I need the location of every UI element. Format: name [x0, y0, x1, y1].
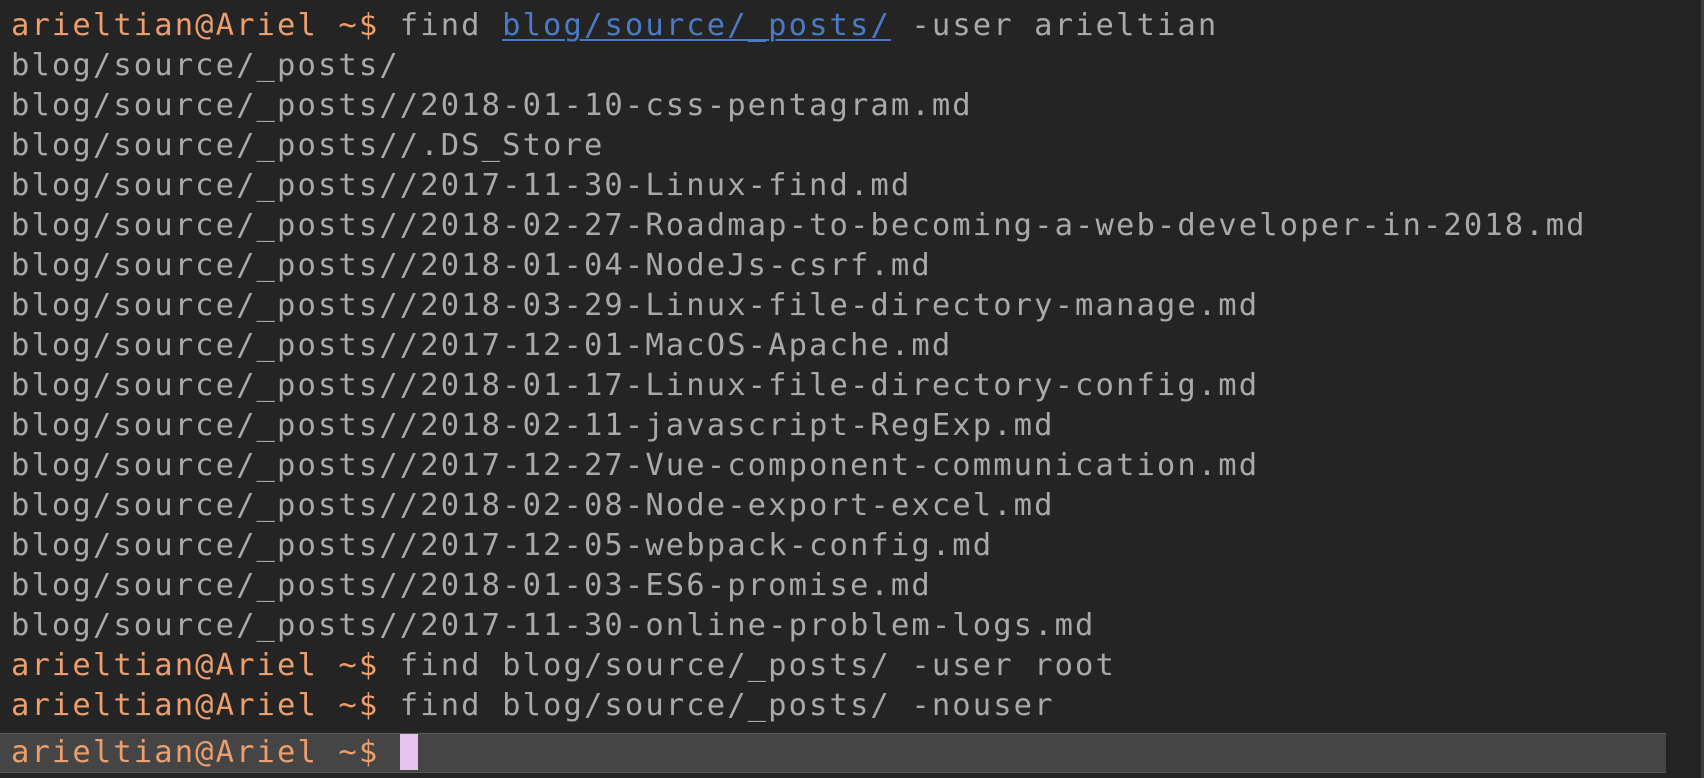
output-line: blog/source/_posts//2017-12-27-Vue-compo… [11, 448, 1260, 483]
text-cursor[interactable] [399, 733, 418, 770]
output-line: blog/source/_posts//2018-01-03-ES6-promi… [11, 568, 932, 603]
path-link[interactable]: blog/source/_posts/ [502, 8, 891, 43]
output-line: blog/source/_posts//2017-12-01-MacOS-Apa… [11, 328, 953, 363]
shell-prompt: arieltian@Ariel ~$ [11, 688, 380, 723]
command-text: find blog/source/_posts/ -user root [399, 648, 1116, 683]
command-line-2: arieltian@Ariel ~$ find blog/source/_pos… [11, 646, 1664, 686]
command-name: find [399, 8, 482, 43]
command-line-3: arieltian@Ariel ~$ find blog/source/_pos… [11, 686, 1664, 726]
output-line: blog/source/_posts//2017-11-30-online-pr… [11, 608, 1096, 643]
output-line: blog/source/_posts/ [11, 48, 400, 83]
active-input-line[interactable]: arieltian@Ariel ~$ [0, 733, 1666, 773]
output-line: blog/source/_posts//2018-02-27-Roadmap-t… [11, 208, 1587, 243]
scrollbar-track[interactable] [1674, 0, 1704, 778]
output-line: blog/source/_posts//2018-01-17-Linux-fil… [11, 368, 1260, 403]
shell-prompt: arieltian@Ariel ~$ [11, 648, 380, 683]
shell-prompt: arieltian@Ariel ~$ [11, 8, 380, 43]
output-line: blog/source/_posts//.DS_Store [11, 128, 605, 163]
output-line: blog/source/_posts//2017-12-05-webpack-c… [11, 528, 994, 563]
shell-prompt: arieltian@Ariel ~$ [11, 735, 380, 770]
command-line-1: arieltian@Ariel ~$ find blog/source/_pos… [11, 6, 1664, 46]
terminal-window[interactable]: arieltian@Ariel ~$ find blog/source/_pos… [0, 0, 1704, 778]
output-line: blog/source/_posts//2018-01-04-NodeJs-cs… [11, 248, 932, 283]
output-line: blog/source/_posts//2018-02-08-Node-expo… [11, 488, 1055, 523]
input-prompt-line[interactable]: arieltian@Ariel ~$ [11, 733, 418, 773]
terminal-scrollback: arieltian@Ariel ~$ find blog/source/_pos… [11, 6, 1664, 726]
output-line: blog/source/_posts//2018-02-11-javascrip… [11, 408, 1055, 443]
output-line: blog/source/_posts//2018-03-29-Linux-fil… [11, 288, 1260, 323]
command-args: -user arieltian [911, 8, 1219, 43]
output-line: blog/source/_posts//2018-01-10-css-penta… [11, 88, 973, 123]
output-line: blog/source/_posts//2017-11-30-Linux-fin… [11, 168, 912, 203]
command-text: find blog/source/_posts/ -nouser [399, 688, 1055, 723]
